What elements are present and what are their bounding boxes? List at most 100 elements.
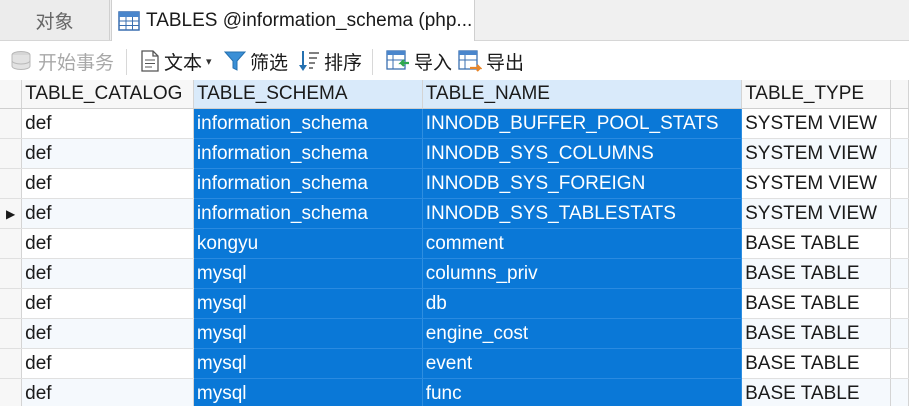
- column-header-table-catalog[interactable]: TABLE_CATALOG: [21, 80, 194, 109]
- cell-table-schema[interactable]: mysql: [193, 378, 423, 406]
- results-table: TABLE_CATALOG TABLE_SCHEMA TABLE_NAME TA…: [0, 80, 909, 406]
- row-indicator[interactable]: [0, 318, 23, 349]
- cell-table-type[interactable]: SYSTEM VIEW: [741, 138, 891, 169]
- cell-table-type[interactable]: BASE TABLE: [741, 318, 891, 349]
- cell-overflow[interactable]: [890, 318, 909, 349]
- cell-overflow[interactable]: [890, 228, 909, 259]
- cell-table-name[interactable]: INNODB_BUFFER_POOL_STATS: [422, 108, 743, 139]
- row-indicator[interactable]: [0, 108, 23, 139]
- cell-overflow[interactable]: [890, 258, 909, 289]
- row-indicator[interactable]: [0, 378, 23, 406]
- import-icon: [386, 50, 409, 70]
- cell-table-schema[interactable]: information_schema: [193, 168, 423, 199]
- begin-transaction-button[interactable]: 开始事务: [10, 41, 114, 81]
- column-header-table-schema[interactable]: TABLE_SCHEMA: [193, 80, 423, 109]
- cell-table-name[interactable]: INNODB_SYS_TABLESTATS: [422, 198, 743, 229]
- row-indicator[interactable]: [0, 168, 23, 199]
- tab-tables-information-schema[interactable]: TABLES @information_schema (php...: [111, 0, 475, 41]
- cell-table-schema[interactable]: mysql: [193, 348, 423, 379]
- cell-overflow[interactable]: [890, 138, 909, 169]
- cell-overflow[interactable]: [890, 348, 909, 379]
- cell-table-catalog[interactable]: def: [21, 138, 194, 169]
- cell-table-name[interactable]: engine_cost: [422, 318, 743, 349]
- sort-button[interactable]: 排序: [298, 41, 362, 81]
- cell-table-type[interactable]: SYSTEM VIEW: [741, 198, 891, 229]
- document-icon: [141, 50, 159, 72]
- tab-objects-label: 对象: [35, 11, 74, 33]
- cell-table-schema[interactable]: information_schema: [193, 108, 423, 139]
- cell-table-schema[interactable]: kongyu: [193, 228, 423, 259]
- cell-table-type[interactable]: BASE TABLE: [741, 348, 891, 379]
- sort-label: 排序: [324, 52, 363, 74]
- cell-table-catalog[interactable]: def: [21, 168, 194, 199]
- cell-overflow[interactable]: [890, 288, 909, 319]
- table-row[interactable]: def information_schema INNODB_SYS_COLUMNS S…: [0, 138, 909, 169]
- cell-overflow[interactable]: [890, 168, 909, 199]
- current-row-indicator-icon[interactable]: ▶: [0, 198, 23, 229]
- cell-table-schema[interactable]: information_schema: [193, 198, 423, 229]
- column-header-table-type[interactable]: TABLE_TYPE: [741, 80, 891, 109]
- cell-overflow[interactable]: [890, 378, 909, 406]
- cell-table-type[interactable]: BASE TABLE: [741, 258, 891, 289]
- cell-table-catalog[interactable]: def: [21, 108, 194, 139]
- table-icon: [118, 10, 140, 31]
- column-header-overflow[interactable]: [890, 80, 909, 109]
- tab-bar: 对象 TABLES @information_schema (php...: [0, 0, 909, 41]
- tab-tables-label: TABLES @information_schema (php...: [146, 9, 473, 31]
- cell-table-catalog[interactable]: def: [21, 378, 194, 406]
- cell-table-type[interactable]: BASE TABLE: [741, 378, 891, 406]
- cell-table-type[interactable]: BASE TABLE: [741, 228, 891, 259]
- row-indicator[interactable]: [0, 228, 23, 259]
- cell-table-catalog[interactable]: def: [21, 228, 194, 259]
- text-view-button[interactable]: 文本 ▾: [140, 41, 212, 81]
- cell-table-schema[interactable]: mysql: [193, 288, 423, 319]
- funnel-icon: [224, 51, 246, 71]
- cell-table-catalog[interactable]: def: [21, 288, 194, 319]
- table-row[interactable]: def information_schema INNODB_BUFFER_POOL_…: [0, 108, 909, 139]
- cell-table-schema[interactable]: information_schema: [193, 138, 423, 169]
- text-view-label: 文本: [164, 52, 203, 74]
- sort-icon: [299, 51, 319, 71]
- table-row[interactable]: def mysql event BASE TABLE: [0, 348, 909, 379]
- row-indicator[interactable]: [0, 348, 23, 379]
- filter-label: 筛选: [250, 52, 289, 74]
- table-row[interactable]: def information_schema INNODB_SYS_FOREIGN S…: [0, 168, 909, 199]
- cell-overflow[interactable]: [890, 198, 909, 229]
- cell-table-type[interactable]: SYSTEM VIEW: [741, 108, 891, 139]
- cell-table-name[interactable]: func: [422, 378, 743, 406]
- table-row[interactable]: def mysql engine_cost BASE TABLE: [0, 318, 909, 349]
- filter-button[interactable]: 筛选: [224, 41, 288, 81]
- export-label: 导出: [486, 52, 525, 74]
- cell-table-type[interactable]: SYSTEM VIEW: [741, 168, 891, 199]
- chevron-down-icon: ▾: [206, 55, 212, 68]
- toolbar-divider: [372, 49, 373, 75]
- cell-table-name[interactable]: INNODB_SYS_COLUMNS: [422, 138, 743, 169]
- row-indicator[interactable]: [0, 288, 23, 319]
- cell-table-name[interactable]: db: [422, 288, 743, 319]
- cell-table-name[interactable]: event: [422, 348, 743, 379]
- cell-table-catalog[interactable]: def: [21, 318, 194, 349]
- cell-table-schema[interactable]: mysql: [193, 258, 423, 289]
- table-row[interactable]: def mysql func BASE TABLE: [0, 378, 909, 406]
- cell-table-name[interactable]: comment: [422, 228, 743, 259]
- header-row: TABLE_CATALOG TABLE_SCHEMA TABLE_NAME TA…: [0, 80, 909, 109]
- cell-table-catalog[interactable]: def: [21, 258, 194, 289]
- cell-table-type[interactable]: BASE TABLE: [741, 288, 891, 319]
- table-row[interactable]: def kongyu comment BASE TABLE: [0, 228, 909, 259]
- cell-table-schema[interactable]: mysql: [193, 318, 423, 349]
- tab-objects[interactable]: 对象: [0, 0, 110, 40]
- cell-overflow[interactable]: [890, 108, 909, 139]
- data-grid[interactable]: TABLE_CATALOG TABLE_SCHEMA TABLE_NAME TA…: [0, 80, 909, 406]
- table-row[interactable]: def mysql columns_priv BASE TABLE: [0, 258, 909, 289]
- table-row[interactable]: ▶ def information_schema INNODB_SYS_TABLEST…: [0, 198, 909, 229]
- column-header-table-name[interactable]: TABLE_NAME: [422, 80, 743, 109]
- cell-table-catalog[interactable]: def: [21, 348, 194, 379]
- row-indicator[interactable]: [0, 138, 23, 169]
- cell-table-name[interactable]: columns_priv: [422, 258, 743, 289]
- import-button[interactable]: 导入: [386, 41, 452, 81]
- cell-table-catalog[interactable]: def: [21, 198, 194, 229]
- row-indicator[interactable]: [0, 258, 23, 289]
- export-button[interactable]: 导出: [458, 41, 524, 81]
- table-row[interactable]: def mysql db BASE TABLE: [0, 288, 909, 319]
- cell-table-name[interactable]: INNODB_SYS_FOREIGN: [422, 168, 743, 199]
